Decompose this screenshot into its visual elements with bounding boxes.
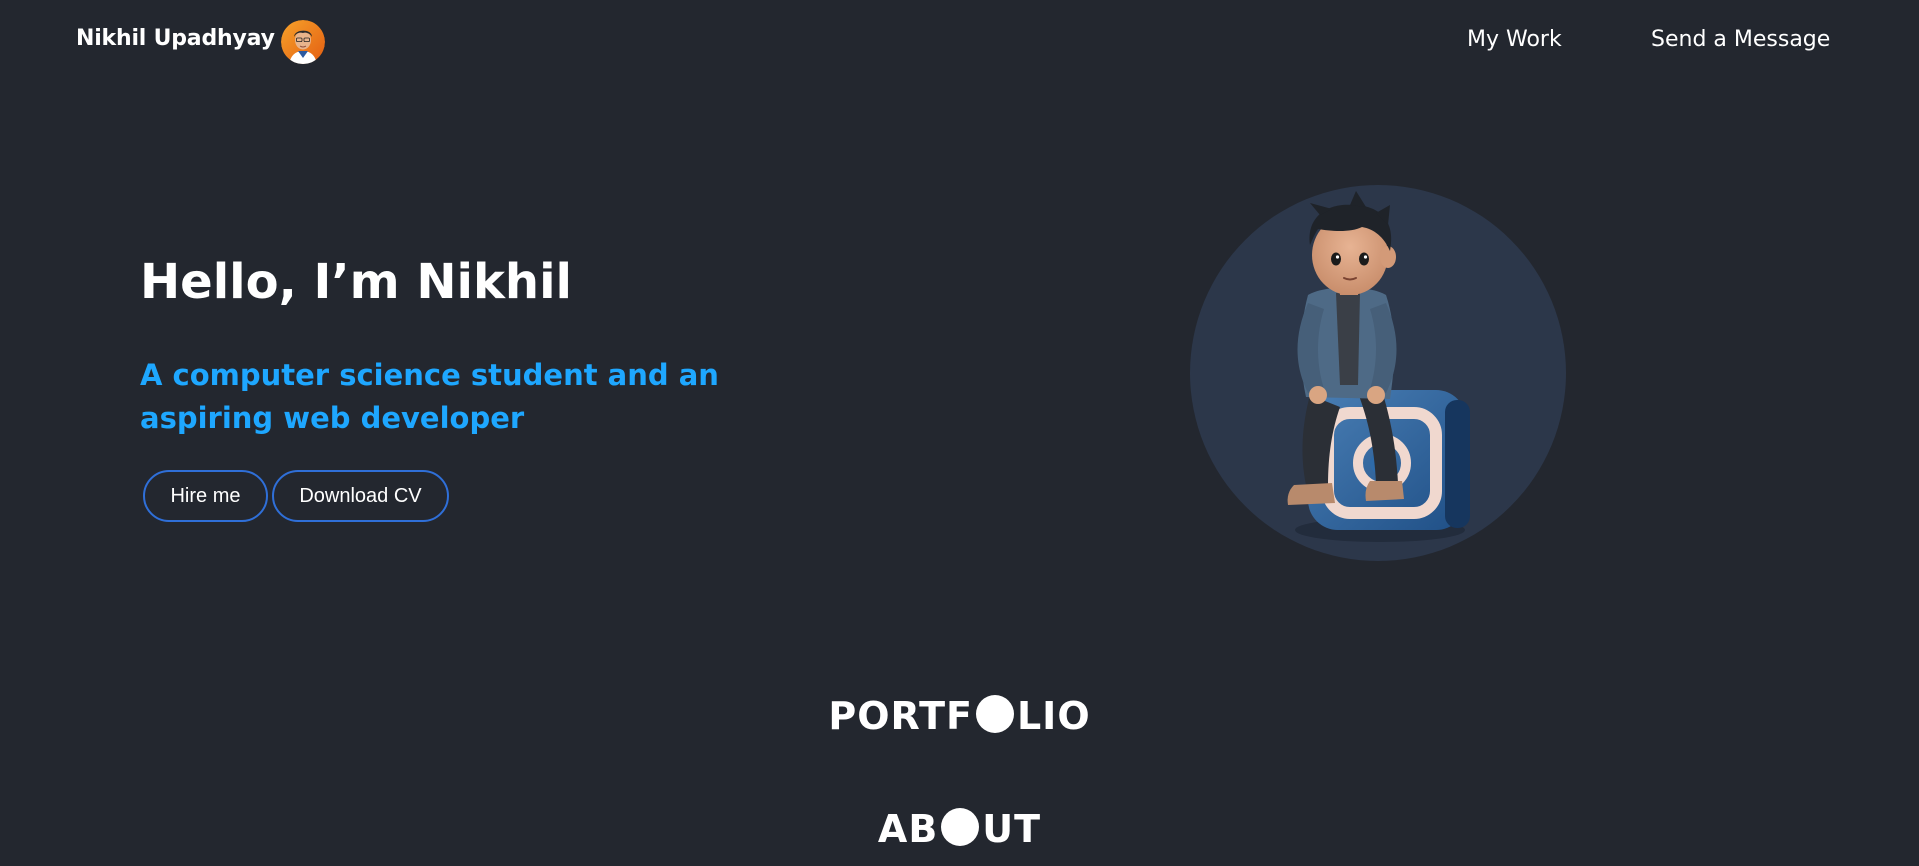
hero-subtitle: A computer science student and an aspiri…	[140, 358, 719, 435]
hero-title: Hello, I’m Nikhil	[140, 254, 572, 310]
about-heading-start: AB	[877, 807, 939, 851]
portfolio-heading: PORTF LIO	[0, 692, 1919, 740]
avatar-image	[281, 20, 325, 64]
circle-icon	[941, 808, 980, 846]
portfolio-heading-start: PORTF	[828, 694, 973, 738]
avatar	[281, 20, 325, 64]
hire-me-button[interactable]: Hire me	[143, 470, 268, 522]
portfolio-heading-end: LIO	[1016, 694, 1091, 738]
download-cv-button[interactable]: Download CV	[272, 470, 449, 522]
about-heading: AB UT	[0, 805, 1919, 853]
brand-name[interactable]: Nikhil Upadhyay	[76, 26, 275, 51]
character-illustration	[1287, 191, 1470, 542]
nav-link-send-message[interactable]: Send a Message	[1651, 27, 1830, 52]
about-heading-end: UT	[982, 807, 1042, 851]
navbar: Nikhil Upadhyay My Work Send a Message	[0, 0, 1919, 84]
nav-link-my-work[interactable]: My Work	[1467, 27, 1562, 52]
hero-illustration	[1190, 185, 1566, 561]
circle-icon	[975, 695, 1014, 733]
